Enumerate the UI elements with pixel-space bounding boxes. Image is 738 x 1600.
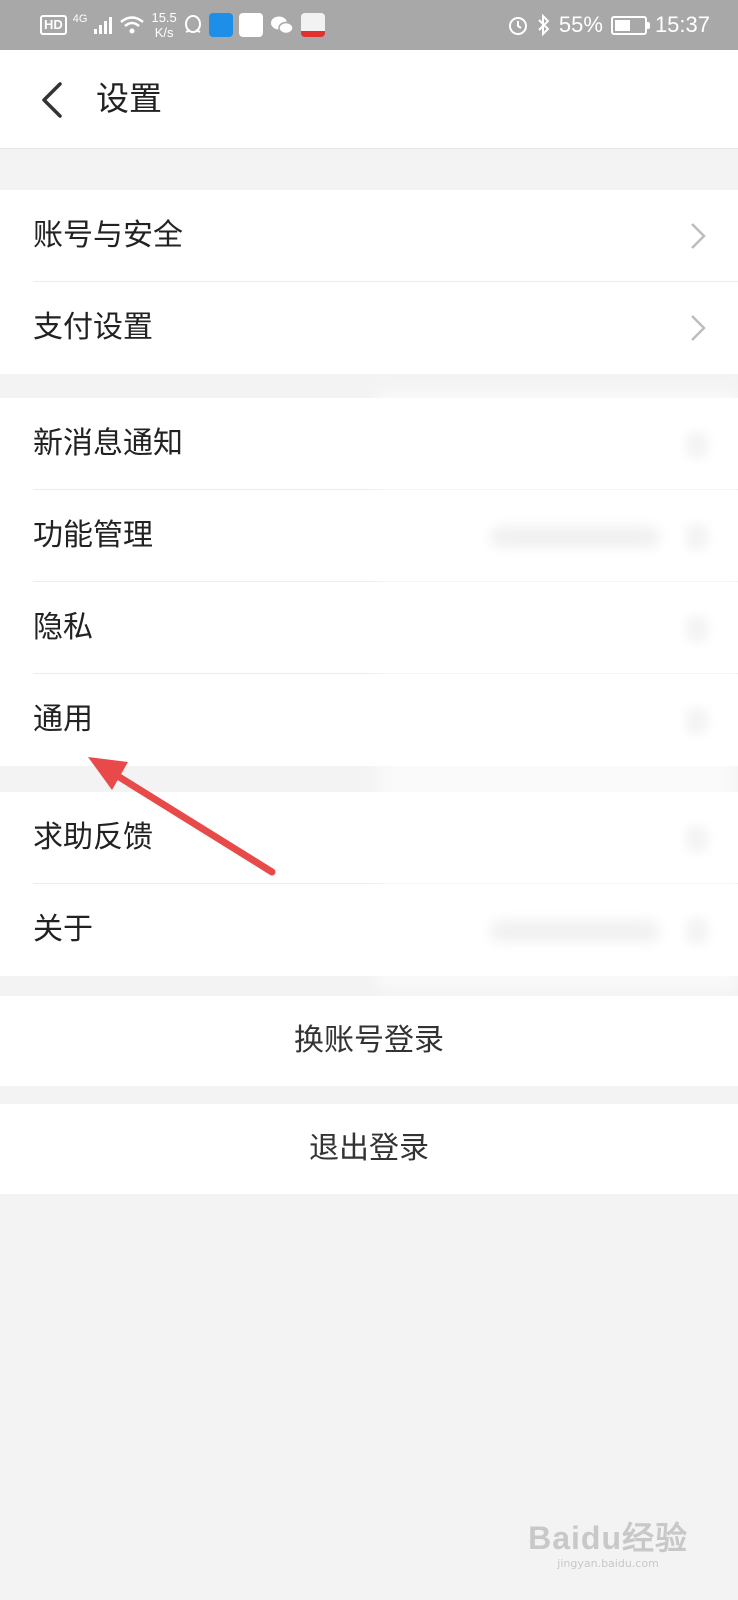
item-label: 账号与安全	[33, 218, 183, 253]
logout-button[interactable]: 退出登录	[0, 1104, 738, 1194]
settings-item-payment[interactable]: 支付设置	[0, 282, 738, 374]
alarm-icon	[508, 17, 527, 35]
status-right: 55% 15:37	[507, 8, 710, 42]
hd-badge: HD	[40, 15, 67, 35]
chevron-right-icon	[691, 315, 706, 341]
item-label: 隐私	[33, 610, 93, 645]
clock: 15:37	[654, 12, 710, 37]
signal-icon	[94, 17, 113, 34]
chevron-right-icon	[691, 223, 706, 249]
item-label: 关于	[33, 912, 93, 947]
switch-account-button[interactable]: 换账号登录	[0, 996, 738, 1086]
item-label: 新消息通知	[33, 426, 183, 461]
watermark-main: Baidu经验	[528, 1520, 688, 1556]
wifi-icon	[120, 16, 145, 34]
item-label: 支付设置	[33, 310, 153, 345]
qq-icon	[184, 15, 201, 33]
bluetooth-icon	[538, 14, 550, 36]
speed-unit: K/s	[154, 25, 174, 40]
status-left: HD 4G 15.5 K/s	[40, 8, 325, 42]
item-label: 通用	[33, 702, 93, 737]
network-speed: 15.5 K/s	[151, 10, 176, 40]
battery-icon	[610, 15, 650, 35]
app-notification-icon-1	[208, 13, 233, 37]
settings-group-account: 账号与安全 支付设置	[0, 190, 738, 374]
status-bar: HD 4G 15.5 K/s 55% 15:37	[0, 0, 738, 50]
app-notification-icon-3	[300, 13, 325, 37]
page-title: 设置	[96, 79, 162, 118]
network-type: 4G	[72, 13, 88, 25]
blur-overlay	[376, 390, 738, 990]
item-label: 功能管理	[33, 518, 153, 553]
battery-fill	[614, 19, 630, 31]
speed-value: 15.5	[151, 10, 177, 25]
battery-percent: 55%	[558, 12, 603, 37]
wechat-icon	[270, 16, 294, 35]
back-arrow-icon[interactable]	[36, 80, 74, 120]
settings-item-account-security[interactable]: 账号与安全	[0, 190, 738, 282]
top-bar: 设置	[0, 50, 738, 149]
baidu-watermark: Baidu经验 jingyan.baidu.com	[528, 1513, 688, 1570]
app-notification-icon-2	[238, 13, 263, 37]
item-label: 求助反馈	[33, 820, 153, 855]
